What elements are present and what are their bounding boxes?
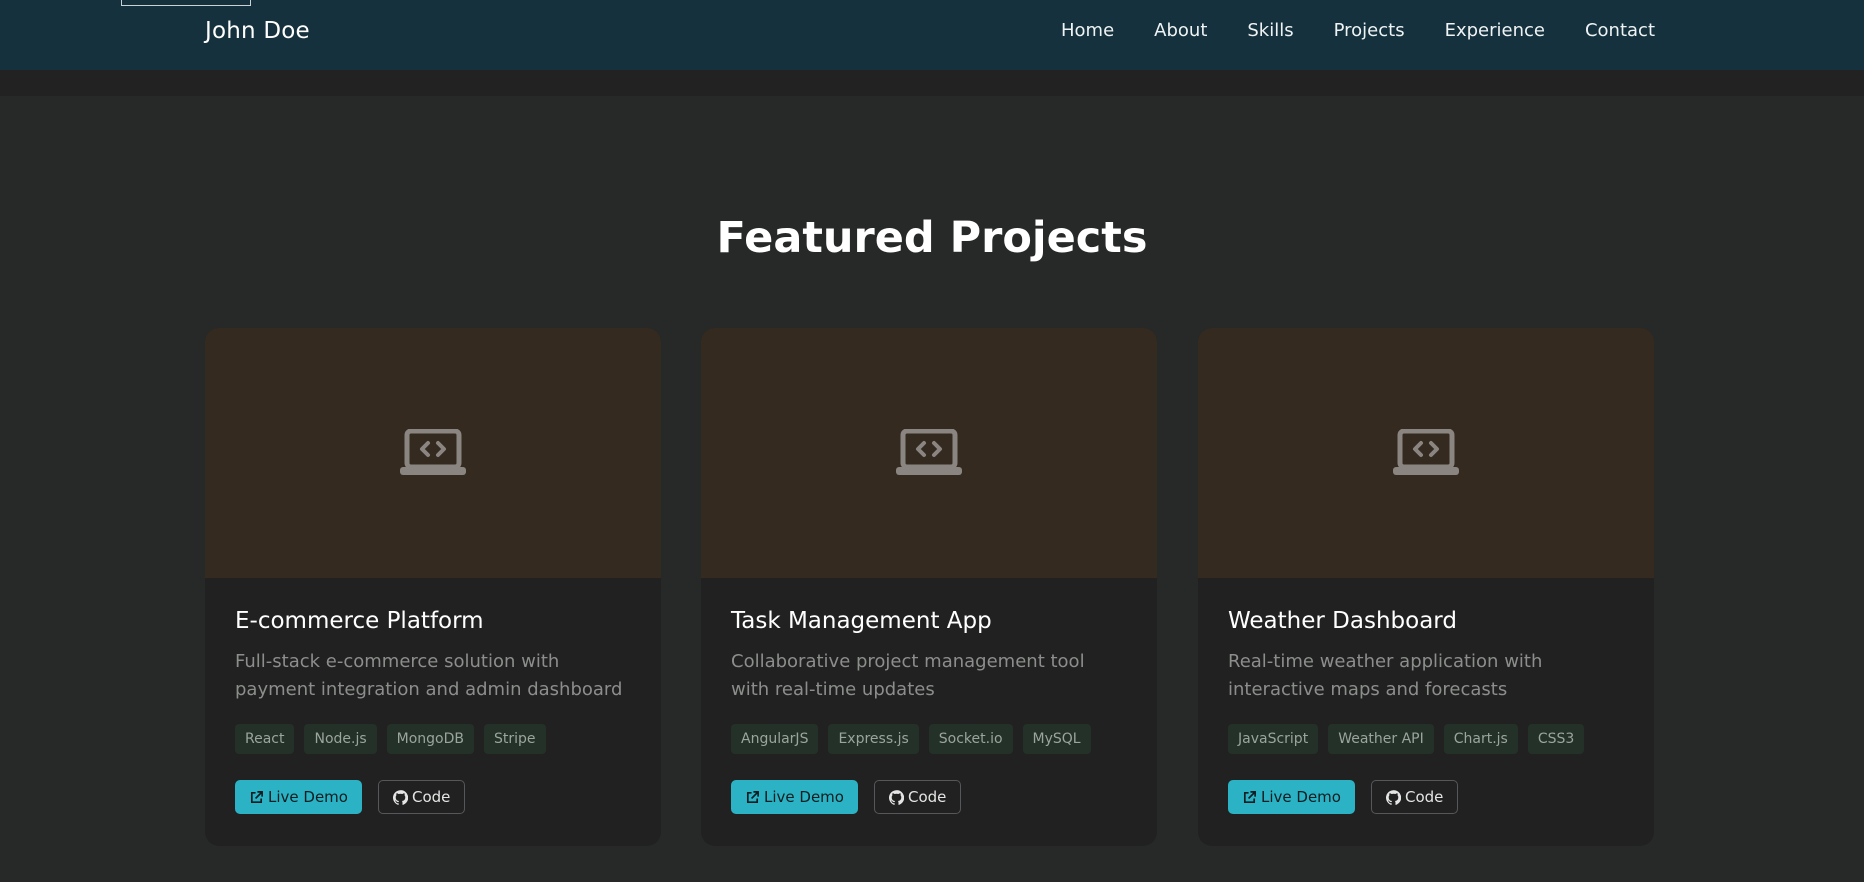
code-button[interactable]: Code xyxy=(1370,780,1459,814)
tech-tag: Stripe xyxy=(484,724,546,754)
focus-outline xyxy=(121,0,251,6)
tech-tag: CSS3 xyxy=(1527,724,1585,754)
tech-tag: JavaScript xyxy=(1228,724,1319,754)
github-icon xyxy=(393,789,408,805)
project-description: Full-stack e-commerce solution with paym… xyxy=(235,651,623,700)
project-thumbnail xyxy=(205,328,661,578)
project-actions: Live Demo Code xyxy=(731,780,1127,814)
section-title: Featured Projects xyxy=(716,213,1148,263)
tech-tag: MySQL xyxy=(1022,724,1091,754)
laptop-code-icon xyxy=(896,429,962,475)
project-actions: Live Demo Code xyxy=(1228,780,1624,814)
project-card-task-management: Task Management App Collaborative projec… xyxy=(701,328,1157,846)
project-thumbnail xyxy=(701,328,1157,578)
tech-tag: React xyxy=(235,724,295,754)
nav-link-skills[interactable]: Skills xyxy=(1247,20,1293,41)
live-demo-label: Live Demo xyxy=(764,788,844,806)
live-demo-label: Live Demo xyxy=(1261,788,1341,806)
project-description: Real-time weather application with inter… xyxy=(1228,651,1543,700)
code-button[interactable]: Code xyxy=(377,780,466,814)
project-actions: Live Demo Code xyxy=(235,780,631,814)
external-link-icon xyxy=(746,790,759,803)
tech-tag: Node.js xyxy=(304,724,377,754)
nav-link-projects[interactable]: Projects xyxy=(1334,20,1405,41)
live-demo-label: Live Demo xyxy=(268,788,348,806)
tag-list: JavaScript Weather API Chart.js CSS3 xyxy=(1228,724,1624,754)
tag-list: React Node.js MongoDB Stripe xyxy=(235,724,631,754)
tech-tag: Chart.js xyxy=(1443,724,1518,754)
github-icon xyxy=(889,789,904,805)
tech-tag: Weather API xyxy=(1328,724,1434,754)
nav-links: Home About Skills Projects Experience Co… xyxy=(1061,20,1655,41)
section-divider xyxy=(0,70,1864,96)
external-link-icon xyxy=(1243,790,1256,803)
code-label: Code xyxy=(411,788,451,806)
tech-tag: Express.js xyxy=(828,724,919,754)
project-title: Task Management App xyxy=(731,608,992,634)
code-label: Code xyxy=(907,788,947,806)
project-title: E-commerce Platform xyxy=(235,608,484,634)
project-title: Weather Dashboard xyxy=(1228,608,1457,634)
tech-tag: Socket.io xyxy=(928,724,1013,754)
code-label: Code xyxy=(1404,788,1444,806)
nav-link-about[interactable]: About xyxy=(1154,20,1207,41)
external-link-icon xyxy=(250,790,263,803)
brand-name[interactable]: John Doe xyxy=(205,18,310,44)
live-demo-button[interactable]: Live Demo xyxy=(1228,780,1355,814)
project-card-weather-dashboard: Weather Dashboard Real-time weather appl… xyxy=(1198,328,1654,846)
code-button[interactable]: Code xyxy=(873,780,962,814)
nav-link-contact[interactable]: Contact xyxy=(1585,20,1655,41)
tech-tag: AngularJS xyxy=(731,724,819,754)
project-card-ecommerce: E-commerce Platform Full-stack e-commerc… xyxy=(205,328,661,846)
tag-list: AngularJS Express.js Socket.io MySQL xyxy=(731,724,1127,754)
project-description: Collaborative project management tool wi… xyxy=(731,651,1085,700)
nav-link-experience[interactable]: Experience xyxy=(1445,20,1545,41)
laptop-code-icon xyxy=(400,429,466,475)
project-thumbnail xyxy=(1198,328,1654,578)
tech-tag: MongoDB xyxy=(386,724,475,754)
github-icon xyxy=(1386,789,1401,805)
laptop-code-icon xyxy=(1393,429,1459,475)
navbar: John Doe Home About Skills Projects Expe… xyxy=(0,0,1864,70)
live-demo-button[interactable]: Live Demo xyxy=(731,780,858,814)
live-demo-button[interactable]: Live Demo xyxy=(235,780,362,814)
nav-link-home[interactable]: Home xyxy=(1061,20,1114,41)
